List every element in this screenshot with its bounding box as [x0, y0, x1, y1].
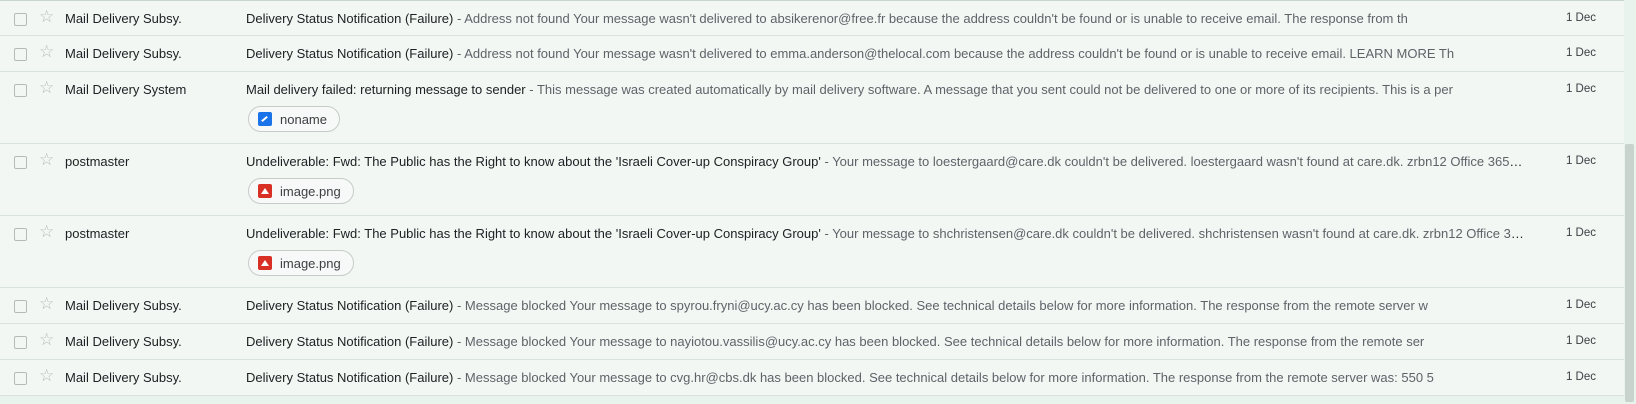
attachment-name: noname	[280, 111, 327, 127]
email-date: 1 Dec	[1565, 299, 1596, 311]
separator: -	[820, 226, 833, 241]
email-date: 1 Dec	[1565, 335, 1596, 347]
email-subject: Undeliverable: Fwd: The Public has the R…	[246, 226, 821, 241]
star-icon[interactable]: ☆	[39, 223, 57, 241]
attachment-chip[interactable]: image.png	[248, 178, 354, 204]
checkbox-icon[interactable]	[14, 13, 27, 26]
email-snippet: Message blocked Your message to nayiotou…	[464, 334, 1425, 349]
email-preview: Undeliverable: Fwd: The Public has the R…	[246, 154, 1524, 169]
email-snippet: Your message to loestergaard@care.dk cou…	[832, 154, 1524, 169]
email-subject: Delivery Status Notification (Failure)	[246, 370, 454, 385]
email-snippet: Message blocked Your message to spyrou.f…	[464, 298, 1428, 313]
attachment-name: image.png	[280, 183, 341, 199]
star-icon[interactable]: ☆	[39, 367, 57, 385]
document-icon	[258, 112, 272, 126]
email-date: 1 Dec	[1565, 12, 1596, 24]
email-snippet: Address not found Your message wasn't de…	[464, 11, 1408, 26]
email-preview: Delivery Status Notification (Failure) -…	[246, 298, 1524, 313]
checkbox-icon[interactable]	[14, 228, 27, 241]
star-icon[interactable]: ☆	[39, 295, 57, 313]
email-sender: Mail Delivery Subsy.	[65, 334, 182, 349]
star-icon[interactable]: ☆	[39, 43, 57, 61]
email-sender: Mail Delivery Subsy.	[65, 11, 182, 26]
checkbox-icon[interactable]	[14, 372, 27, 385]
email-sender: Mail Delivery System	[65, 82, 187, 97]
email-snippet: Address not found Your message wasn't de…	[464, 46, 1455, 61]
email-subject: Delivery Status Notification (Failure)	[246, 334, 454, 349]
email-subject: Delivery Status Notification (Failure)	[246, 11, 454, 26]
email-subject: Delivery Status Notification (Failure)	[246, 46, 454, 61]
email-sender: Mail Delivery Subsy.	[65, 298, 182, 313]
email-date: 1 Dec	[1565, 227, 1596, 239]
email-row[interactable]: ☆ Mail Delivery System Mail delivery fai…	[0, 72, 1624, 144]
email-preview: Mail delivery failed: returning message …	[246, 82, 1524, 97]
email-subject: Delivery Status Notification (Failure)	[246, 298, 454, 313]
email-preview: Delivery Status Notification (Failure) -…	[246, 11, 1524, 26]
email-row[interactable]: ☆ postmaster Undeliverable: Fwd: The Pub…	[0, 144, 1624, 216]
image-icon	[258, 184, 272, 198]
checkbox-icon[interactable]	[14, 84, 27, 97]
separator: -	[453, 298, 465, 313]
email-snippet: Message blocked Your message to cvg.hr@c…	[464, 370, 1434, 385]
attachment-chip[interactable]: noname	[248, 106, 340, 132]
email-date: 1 Dec	[1565, 155, 1596, 167]
checkbox-icon[interactable]	[14, 48, 27, 61]
email-date: 1 Dec	[1565, 47, 1596, 59]
star-icon[interactable]: ☆	[39, 151, 57, 169]
email-sender: Mail Delivery Subsy.	[65, 370, 182, 385]
email-row[interactable]: ☆ Mail Delivery Subsy. Delivery Status N…	[0, 324, 1624, 360]
separator: -	[525, 82, 537, 97]
attachment-name: image.png	[280, 255, 341, 271]
checkbox-icon[interactable]	[14, 336, 27, 349]
checkbox-icon[interactable]	[14, 300, 27, 313]
email-row[interactable]: ☆ Mail Delivery Subsy. Delivery Status N…	[0, 360, 1624, 396]
email-date: 1 Dec	[1565, 371, 1596, 383]
email-sender: postmaster	[65, 226, 130, 241]
email-row[interactable]: ☆ postmaster Undeliverable: Fwd: The Pub…	[0, 216, 1624, 288]
checkbox-icon[interactable]	[14, 156, 27, 169]
email-snippet: Your message to shchristensen@care.dk co…	[832, 226, 1524, 241]
email-subject: Undeliverable: Fwd: The Public has the R…	[246, 154, 821, 169]
email-preview: Delivery Status Notification (Failure) -…	[246, 370, 1524, 385]
separator: -	[453, 11, 465, 26]
separator: -	[820, 154, 833, 169]
scrollbar[interactable]	[1624, 0, 1636, 404]
email-sender: postmaster	[65, 154, 130, 169]
email-list: ☆ Mail Delivery Subsy. Delivery Status N…	[0, 0, 1624, 396]
separator: -	[453, 46, 465, 61]
star-icon[interactable]: ☆	[39, 79, 57, 97]
separator: -	[453, 370, 465, 385]
star-icon[interactable]: ☆	[39, 8, 57, 26]
email-preview: Undeliverable: Fwd: The Public has the R…	[246, 226, 1524, 241]
email-row[interactable]: ☆ Mail Delivery Subsy. Delivery Status N…	[0, 1, 1624, 36]
email-date: 1 Dec	[1565, 83, 1596, 95]
attachment-chip[interactable]: image.png	[248, 250, 354, 276]
email-snippet: This message was created automatically b…	[536, 82, 1453, 97]
star-icon[interactable]: ☆	[39, 331, 57, 349]
separator: -	[453, 334, 465, 349]
image-icon	[258, 256, 272, 270]
email-preview: Delivery Status Notification (Failure) -…	[246, 334, 1524, 349]
email-row[interactable]: ☆ Mail Delivery Subsy. Delivery Status N…	[0, 36, 1624, 72]
email-subject: Mail delivery failed: returning message …	[246, 82, 526, 97]
email-row[interactable]: ☆ Mail Delivery Subsy. Delivery Status N…	[0, 288, 1624, 324]
email-sender: Mail Delivery Subsy.	[65, 46, 182, 61]
scrollbar-thumb[interactable]	[1625, 144, 1634, 402]
email-preview: Delivery Status Notification (Failure) -…	[246, 46, 1524, 61]
